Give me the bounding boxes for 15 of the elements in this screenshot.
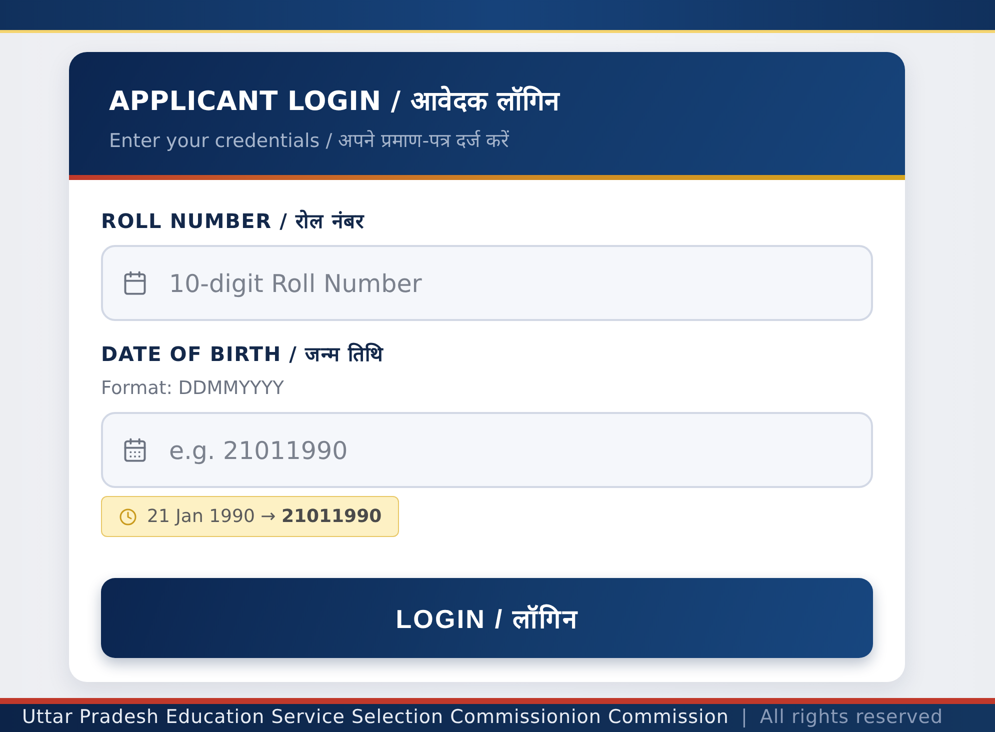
footer-rights: All rights reserved bbox=[760, 706, 944, 728]
format-hint: Format: DDMMYYYY bbox=[101, 377, 285, 401]
field-label: DATE OF BIRTH / जन्म तिथि bbox=[101, 341, 385, 367]
calendar-icon bbox=[122, 270, 148, 296]
clock-icon bbox=[119, 508, 137, 526]
field-label: ROLL NUMBER / रोल नंबर bbox=[101, 208, 366, 234]
footer-separator: | bbox=[740, 706, 748, 728]
date-of-birth-field[interactable]: e.g. 21011990 bbox=[101, 412, 873, 488]
example-text: 21 Jan 1990 → 21011990 bbox=[147, 506, 382, 527]
calendar-icon bbox=[122, 437, 148, 463]
footer-text: Uttar Pradesh Education Service Selection Commissionion Commission bbox=[22, 706, 729, 728]
roll-number-field[interactable]: 10-digit Roll Number bbox=[101, 245, 873, 321]
card-title: APPLICANT LOGIN / आवेदक लॉगिन bbox=[109, 84, 561, 119]
login-button[interactable]: LOGIN / लॉगिन bbox=[101, 578, 873, 658]
card-subtitle: Enter your credentials / अपने प्रमाण-पत्र दर्ज करें bbox=[109, 129, 510, 154]
